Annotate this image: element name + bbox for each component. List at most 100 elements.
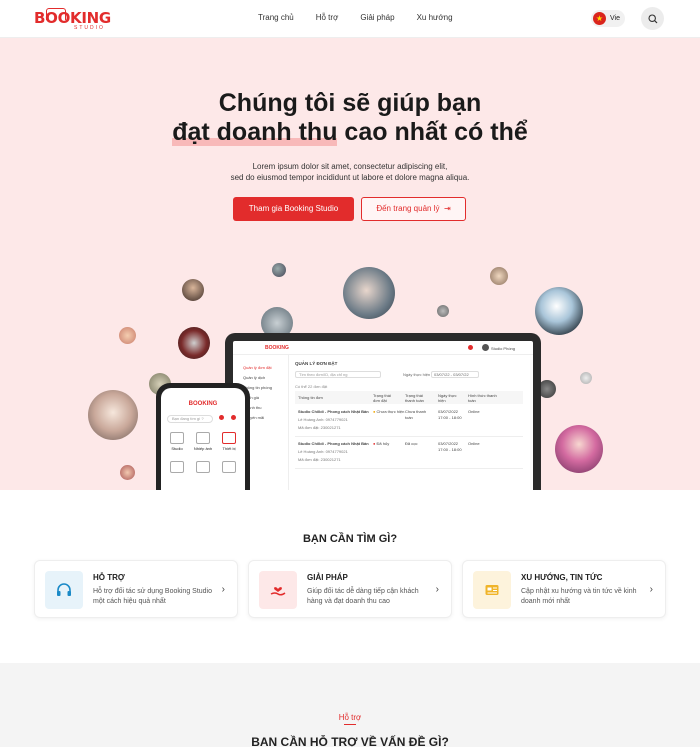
mobile-categories: Studio Nhiếp ảnh Thiết bị: [167, 432, 239, 451]
handshake-heart-icon: [259, 571, 297, 609]
chevron-right-icon: ›: [649, 584, 653, 595]
login-arrow-icon: ⇥: [441, 204, 451, 213]
date-filter-input[interactable]: 03/07/22 - 03/07/22: [431, 371, 479, 378]
go-to-admin-label: Đến trang quản lý: [376, 204, 440, 213]
row-payment: Đã cọc: [405, 441, 418, 446]
card-trends[interactable]: XU HƯỚNG, TIN TỨC Cập nhật xu hướng và t…: [462, 560, 666, 618]
card-support[interactable]: HỖ TRỢ Hỗ trợ đối tác sử dụng Booking St…: [34, 560, 238, 618]
row-id: Mã đơn đặt: 230021271: [298, 457, 341, 462]
admin-dashboard-screen: BOOKING Studio Phóng Quản lý đơn đặt Quả…: [233, 341, 533, 490]
mobile-categories-row2: [167, 461, 239, 473]
logo[interactable]: BOOKING STUDIO: [34, 8, 111, 31]
table-row[interactable]: Studio Chilldi - Phong cách Nhật Bản Lê …: [295, 439, 523, 469]
hero-title-highlight: đạt doanh thu: [172, 118, 338, 146]
nav-item-trends[interactable]: Xu hướng: [417, 13, 453, 22]
col-payment-status: Trạng thái thanh toán: [405, 393, 424, 403]
avatar: [482, 344, 489, 351]
category-icon[interactable]: [222, 461, 236, 473]
sidebar-item-rooms[interactable]: Thông tin phòng: [243, 383, 288, 393]
support-underline: [344, 724, 356, 725]
sidebar-item-orders[interactable]: Quản lý đơn đặt: [243, 363, 288, 373]
orders-table-header: Thông tin đơn Trạng thái đơn đặt Trạng t…: [295, 391, 523, 404]
row-status-text: Đã hủy: [376, 441, 390, 446]
find-section-title: BẠN CẦN TÌM GÌ?: [302, 533, 398, 545]
date-filter-label: Ngày thực hiện: [403, 372, 431, 377]
dashboard-page-title: QUẢN LÝ ĐƠN ĐẶT: [295, 361, 338, 366]
photo-bubble: [272, 263, 286, 277]
photo-bubble: [555, 425, 603, 473]
dashboard-logo: BOOKING: [265, 345, 289, 351]
row-payment: Chưa thanh toán: [405, 409, 427, 420]
category-icon[interactable]: [196, 461, 210, 473]
card-solutions[interactable]: GIẢI PHÁP Giúp đối tác dễ dàng tiếp cận …: [248, 560, 452, 618]
hero-title-rest: cao nhất có thể: [337, 118, 528, 146]
col-order-status: Trạng thái đơn đặt: [373, 393, 391, 403]
row-customer: Lê Hoàng Anh: 0974779021: [298, 417, 348, 422]
mobile-search-input[interactable]: Bạn đang tìm gì ?: [167, 415, 213, 423]
news-icon: [473, 571, 511, 609]
join-button[interactable]: Tham gia Booking Studio: [233, 197, 354, 221]
row-name: Studio Chilldi - Phong cách Nhật Bản: [298, 441, 369, 446]
site-header: BOOKING STUDIO Trang chủ Hỗ trợ Giải phá…: [0, 0, 700, 38]
row-method: Online: [468, 409, 480, 414]
support-section-label: Hỗ trợ: [338, 713, 362, 722]
logo-subtext: STUDIO: [74, 25, 105, 31]
dashboard-topbar: BOOKING Studio Phóng: [233, 341, 533, 355]
card-trends-title: XU HƯỚNG, TIN TỨC: [521, 573, 603, 582]
hero-title-line1: Chúng tôi sẽ giúp bạn: [218, 89, 482, 117]
mobile-bell-icon[interactable]: [231, 415, 236, 420]
card-trends-desc: Cập nhật xu hướng và tin tức về kinh doa…: [521, 588, 637, 605]
sidebar-item-services[interactable]: Quản lý dịch: [243, 373, 288, 383]
camera-icon: [196, 432, 210, 444]
notification-icon: [468, 345, 473, 350]
support-section: Hỗ trợ BẠN CẦN HỖ TRỢ VỀ VẤN ĐỀ GÌ?: [0, 663, 700, 747]
card-support-desc: Hỗ trợ đối tác sử dụng Booking Studio mộ…: [93, 588, 213, 605]
category-label: Nhiếp ảnh: [193, 446, 213, 451]
card-support-title: HỖ TRỢ: [93, 573, 125, 582]
language-switcher[interactable]: ★ Vie: [591, 10, 625, 27]
support-section-title: BẠN CẦN HỖ TRỢ VỀ VẤN ĐỀ GÌ?: [251, 735, 449, 747]
col-order-info: Thông tin đơn: [298, 395, 323, 400]
hero-title: Chúng tôi sẽ giúp bạn đạt doanh thu cao …: [0, 89, 700, 147]
col-payment-method: Hình thức thanh toán: [468, 393, 497, 403]
photo-bubble: [182, 279, 204, 301]
category-equipment[interactable]: Thiết bị: [219, 432, 239, 451]
language-label: Vie: [610, 15, 620, 22]
category-label: Thiết bị: [222, 446, 236, 451]
dashboard-user-name: Studio Phóng: [490, 346, 515, 351]
row-date: 03/07/2022 17:00 - 18:00: [438, 409, 462, 420]
card-solutions-title: GIẢI PHÁP: [307, 573, 348, 582]
search-button[interactable]: [641, 7, 664, 30]
table-row[interactable]: Studio Chilldi - Phong cách Nhật Bản Lê …: [295, 407, 523, 437]
row-method: Online: [468, 441, 480, 446]
photo-bubble: [535, 287, 583, 335]
go-to-admin-button[interactable]: Đến trang quản lý ⇥: [361, 197, 466, 221]
phone-mockup: BOOKING Bạn đang tìm gì ? Studio Nhiếp ả…: [156, 383, 250, 490]
logo-camera-frame: [46, 8, 66, 20]
photo-bubble: [580, 372, 592, 384]
photo-bubble: [88, 390, 138, 440]
card-solutions-desc: Giúp đối tác dễ dàng tiếp cận khách hàng…: [307, 588, 419, 605]
laptop-mockup: BOOKING Studio Phóng Quản lý đơn đặt Quả…: [225, 333, 541, 490]
category-label: Studio: [171, 446, 183, 451]
mobile-cart-icon[interactable]: [219, 415, 224, 420]
category-photographer[interactable]: Nhiếp ảnh: [193, 432, 213, 451]
photo-bubble: [490, 267, 508, 285]
category-studio[interactable]: Studio: [167, 432, 187, 451]
photo-bubble: [437, 305, 449, 317]
row-name: Studio Chilldi - Phong cách Nhật Bản: [298, 409, 369, 414]
photo-bubble: [178, 327, 210, 359]
row-date: 03/07/2022 17:00 - 18:00: [438, 441, 462, 452]
row-status: ● Đã hủy: [373, 441, 390, 446]
hero-section: Chúng tôi sẽ giúp bạn đạt doanh thu cao …: [0, 38, 700, 490]
category-icon[interactable]: [170, 461, 184, 473]
col-date: Ngày thực hiện: [438, 393, 457, 403]
row-id: Mã đơn đặt: 230021271: [298, 425, 341, 430]
photo-bubble: [119, 327, 136, 344]
nav-item-home[interactable]: Trang chủ: [258, 13, 294, 22]
equipment-icon: [222, 432, 236, 444]
nav-item-support[interactable]: Hỗ trợ: [316, 13, 339, 22]
photo-bubble: [120, 465, 135, 480]
dashboard-search-input[interactable]: Tìm theo đơn/ID, địa chỉ ng: [295, 371, 381, 378]
nav-item-solutions[interactable]: Giải pháp: [360, 13, 394, 22]
